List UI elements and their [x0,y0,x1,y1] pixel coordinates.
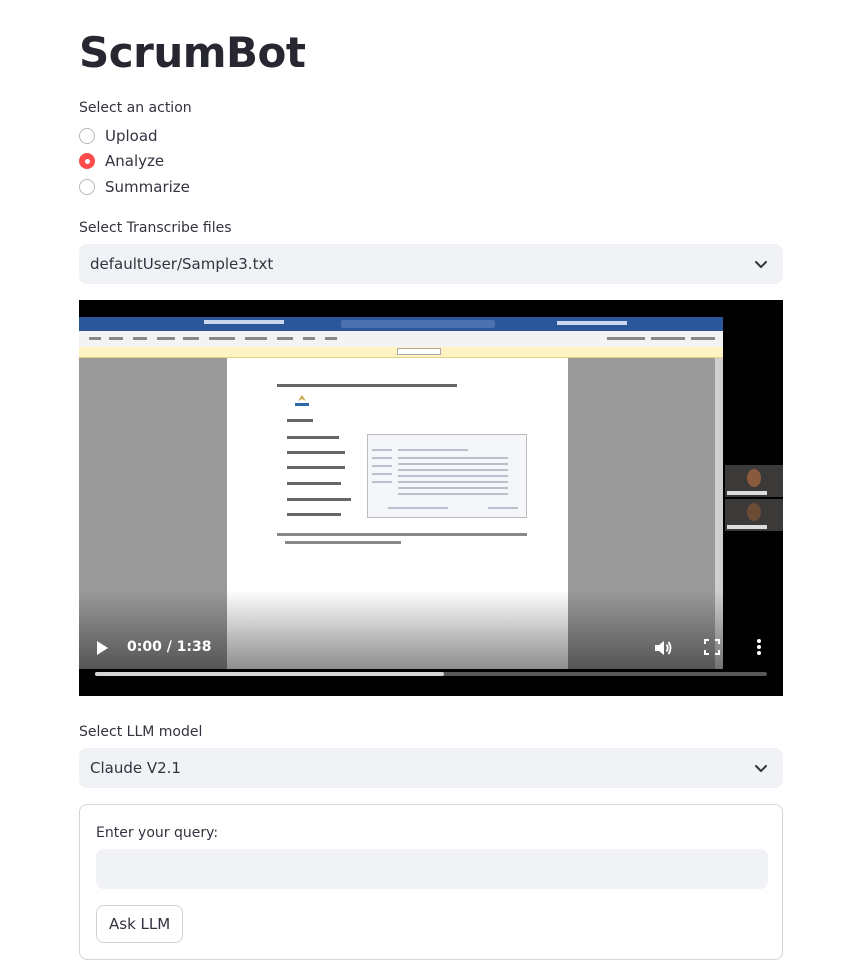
llm-select-label: Select LLM model [79,724,203,740]
transcribe-select-label: Select Transcribe files [79,220,232,236]
video-time-display: 0:00 / 1:38 [127,639,212,655]
video-progress-bar[interactable] [95,672,767,676]
radio-option-analyze[interactable]: Analyze [79,149,164,173]
play-icon[interactable] [95,640,109,660]
fullscreen-icon[interactable] [703,638,721,660]
query-input[interactable] [96,849,768,889]
video-frame-participants [725,465,783,531]
transcribe-file-select[interactable]: defaultUser/Sample3.txt [79,244,783,284]
llm-selected-value: Claude V2.1 [90,759,181,777]
video-controls: 0:00 / 1:38 [79,632,783,664]
video-frame-protected-banner [79,347,723,358]
radio-button[interactable] [79,128,95,144]
radio-button[interactable] [79,179,95,195]
radio-option-label: Summarize [105,178,190,196]
ask-llm-button[interactable]: Ask LLM [96,905,184,943]
page-title: ScrumBot [79,28,306,77]
transcribe-selected-value: defaultUser/Sample3.txt [90,255,274,273]
radio-option-summarize[interactable]: Summarize [79,175,190,199]
radio-option-label: Analyze [105,152,165,170]
video-player[interactable]: 0:00 / 1:38 [79,300,783,696]
radio-option-label: Upload [105,127,158,145]
radio-option-upload[interactable]: Upload [79,124,158,148]
video-frame-titlebar [79,317,723,331]
query-form: Enter your query: Ask LLM [79,804,783,960]
query-input-label: Enter your query: [96,825,219,841]
chevron-down-icon [750,757,772,779]
chevron-down-icon [750,253,772,275]
action-radio-label: Select an action [79,100,192,116]
volume-icon[interactable] [653,638,673,662]
llm-model-select[interactable]: Claude V2.1 [79,748,783,788]
radio-button-selected[interactable] [79,153,95,169]
more-options-icon[interactable] [755,638,763,660]
video-buffered-fill [95,672,445,676]
video-frame-menubar [79,331,723,348]
